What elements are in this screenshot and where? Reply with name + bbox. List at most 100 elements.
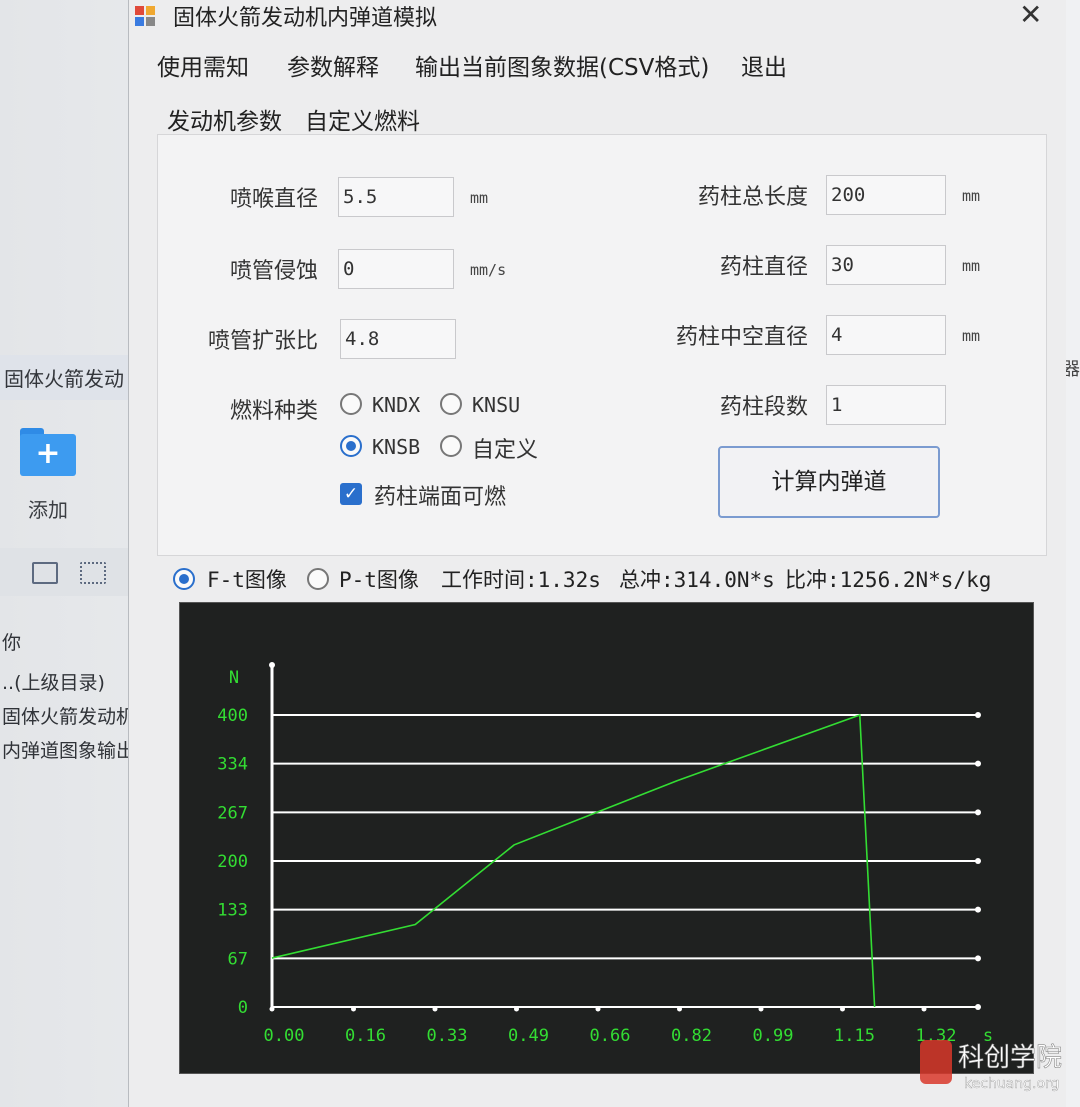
svg-text:kechuang.org: kechuang.org — [964, 1076, 1059, 1092]
throat-diameter-input[interactable] — [338, 177, 454, 217]
specific-impulse-readout: 比冲:1256.2N*s/kg — [785, 568, 992, 592]
kndx-label: KNDX — [372, 393, 421, 417]
expansion-ratio-label: 喷管扩张比 — [207, 329, 318, 354]
grain-segments-label: 药柱段数 — [719, 395, 808, 420]
watermark-logo-icon: 科创学院 kechuang.org — [920, 1040, 1062, 1092]
grid-end-dot — [975, 1004, 981, 1010]
menu-usage-notes[interactable]: 使用需知 — [157, 48, 249, 82]
kechuang-watermark: 科创学院 kechuang.org — [918, 1030, 1078, 1100]
fuel-type-label: 燃料种类 — [229, 399, 318, 424]
list-item[interactable]: 固体火箭发动机 — [2, 702, 135, 729]
grain-diameter-label: 药柱直径 — [719, 255, 808, 280]
x-tick-dot — [840, 1006, 845, 1012]
radio-knsb[interactable] — [340, 435, 362, 457]
custom-fuel-label: 自定义 — [472, 438, 539, 463]
list-view-icon[interactable] — [80, 562, 106, 584]
throat-diameter-label: 喷喉直径 — [229, 187, 318, 212]
grid-view-icon[interactable] — [32, 562, 58, 584]
knsu-label: KNSU — [472, 393, 521, 417]
radio-kndx[interactable] — [340, 393, 362, 415]
x-tick-label: 0.00 — [264, 1026, 305, 1046]
x-tick-label: 0.33 — [427, 1026, 468, 1046]
x-tick-label: 1.15 — [834, 1026, 875, 1046]
core-diameter-label: 药柱中空直径 — [675, 325, 808, 350]
explorer-path-bar: 固体火箭发动 — [0, 355, 140, 400]
radio-ft-graph[interactable] — [173, 568, 195, 590]
list-item[interactable]: ..(上级目录) — [2, 668, 105, 695]
core-diameter-unit: mm — [962, 327, 981, 345]
y-axis-end-dot — [269, 662, 275, 668]
add-label[interactable]: 添加 — [28, 494, 68, 523]
x-tick-dot — [595, 1006, 601, 1012]
total-impulse-readout: 总冲:314.0N*s — [619, 568, 775, 592]
y-tick-label: 400 — [217, 706, 248, 726]
pt-graph-label: P-t图像 — [339, 568, 419, 592]
x-tick-dot — [514, 1006, 519, 1012]
x-tick-label: 0.82 — [671, 1026, 712, 1046]
menu-exit[interactable]: 退出 — [741, 48, 787, 82]
grid-end-dot — [975, 760, 981, 767]
x-tick-dot — [921, 1006, 927, 1012]
y-tick-label: 133 — [217, 901, 248, 921]
app-window: 固体火箭发动机内弹道模拟 ✕ 使用需知 参数解释 输出当前图象数据(CSV格式)… — [128, 0, 1066, 1107]
menu-bar: 使用需知 参数解释 输出当前图象数据(CSV格式) 退出 — [129, 44, 1066, 84]
y-tick-label: 0 — [238, 998, 248, 1018]
close-icon[interactable]: ✕ — [1019, 0, 1042, 31]
x-tick-dot — [432, 1006, 438, 1012]
add-folder-icon[interactable]: + — [20, 428, 76, 476]
grid-end-dot — [975, 955, 981, 962]
radio-knsu[interactable] — [440, 393, 462, 415]
chart-svg: 0 67 133 200 267 334 400 N 0.00 0.16 0.33 0.49 0.66 0… — [217, 662, 993, 1046]
x-tick-dot — [758, 1006, 764, 1012]
thrust-time-chart: 0 67 133 200 267 334 400 N 0.00 0.16 0.33 0.49 0.66 0… — [179, 602, 1034, 1074]
tab-engine-params[interactable]: 发动机参数 — [159, 98, 290, 136]
knsb-label: KNSB — [372, 435, 421, 459]
column-header-fragment: 你 — [2, 632, 22, 654]
radio-custom-fuel[interactable] — [440, 435, 462, 457]
menu-parameter-help[interactable]: 参数解释 — [287, 48, 379, 82]
menu-export-csv[interactable]: 输出当前图象数据(CSV格式) — [415, 48, 709, 82]
x-tick-label: 0.99 — [753, 1026, 794, 1046]
ft-graph-label: F-t图像 — [207, 568, 287, 592]
grain-length-input[interactable] — [826, 175, 946, 215]
grid-end-dot — [975, 712, 981, 718]
x-tick-dot — [351, 1006, 356, 1012]
grid-end-dot — [975, 809, 981, 816]
calculate-ballistics-button[interactable]: 计算内弹道 — [718, 446, 940, 518]
results-bar: F-t图像 P-t图像 工作时间:1.32s 总冲:314.0N*s 比冲:12… — [173, 562, 1053, 592]
y-tick-label: 334 — [217, 755, 248, 775]
grid-end-dot — [975, 906, 981, 913]
throat-diameter-unit: mm — [470, 189, 489, 207]
nozzle-erosion-input[interactable] — [338, 249, 454, 289]
x-tick-label: 0.49 — [508, 1026, 549, 1046]
core-diameter-input[interactable] — [826, 315, 946, 355]
svg-text:科创学院: 科创学院 — [958, 1043, 1062, 1073]
window-title: 固体火箭发动机内弹道模拟 — [173, 6, 438, 31]
end-burning-label: 药柱端面可燃 — [374, 485, 507, 510]
y-tick-label: 200 — [217, 852, 248, 872]
x-tick-dot — [269, 1006, 275, 1012]
grain-segments-input[interactable] — [826, 385, 946, 425]
grain-length-label: 药柱总长度 — [697, 185, 808, 210]
x-tick-label: 0.16 — [345, 1026, 386, 1046]
y-tick-label: 67 — [228, 949, 248, 969]
grain-diameter-unit: mm — [962, 257, 981, 275]
x-tick-dot — [677, 1006, 682, 1012]
explorer-path-text: 固体火箭发动 — [4, 367, 124, 391]
nozzle-erosion-unit: mm/s — [470, 261, 507, 279]
grain-length-unit: mm — [962, 187, 981, 205]
nozzle-erosion-label: 喷管侵蚀 — [229, 259, 318, 284]
list-item[interactable]: 内弹道图象输出 — [2, 736, 135, 763]
grain-diameter-input[interactable] — [826, 245, 946, 285]
grid-end-dot — [975, 858, 981, 864]
app-icon — [135, 6, 157, 28]
title-bar: 固体火箭发动机内弹道模拟 ✕ — [129, 0, 1066, 32]
expansion-ratio-input[interactable] — [340, 319, 456, 359]
radio-pt-graph[interactable] — [307, 568, 329, 590]
burn-time-readout: 工作时间:1.32s — [441, 568, 601, 592]
x-tick-label: 0.66 — [590, 1026, 631, 1046]
end-burning-checkbox[interactable]: ✓ — [340, 483, 362, 505]
y-axis-label: N — [229, 668, 239, 688]
y-tick-label: 267 — [217, 803, 248, 823]
tab-custom-fuel[interactable]: 自定义燃料 — [297, 98, 428, 136]
